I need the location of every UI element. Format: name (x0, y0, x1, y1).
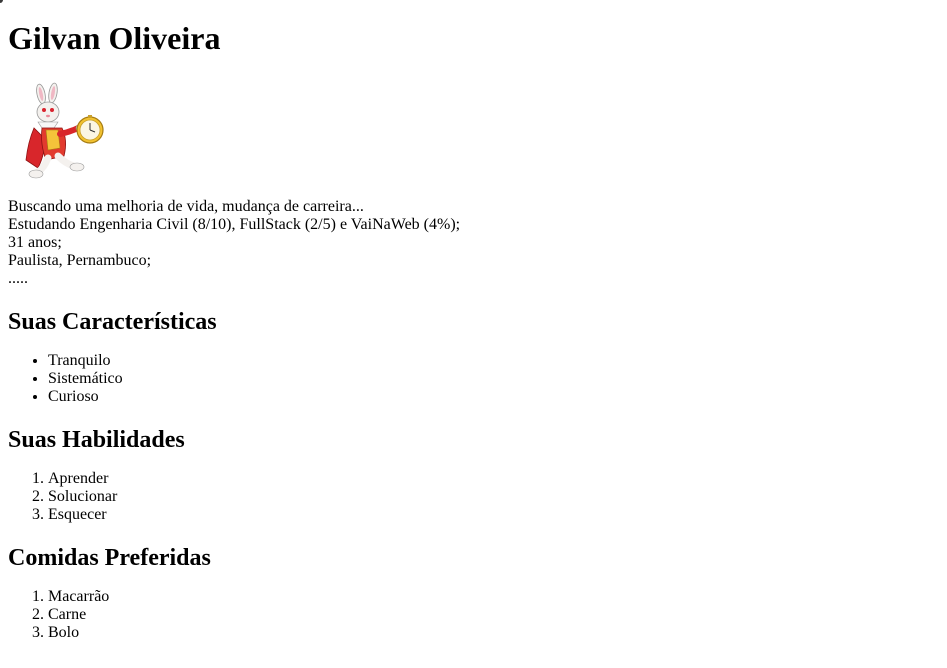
list-item: Solucionar (48, 488, 938, 506)
characteristics-heading: Suas Características (8, 309, 217, 335)
foods-list: Macarrão Carne Bolo (8, 588, 938, 642)
foods-heading: Comidas Preferidas (8, 545, 211, 571)
characteristics-list: Tranquilo Sistemático Curioso (8, 352, 938, 406)
bio-line: ..... (8, 270, 28, 287)
bio-line: Buscando uma melhoria de vida, mudança d… (8, 198, 364, 215)
page-content: Gilvan Oliveira Buscando uma melhoria de… (8, 0, 938, 642)
bio-line: 31 anos; (8, 234, 62, 251)
skills-list: Aprender Solucionar Esquecer (8, 470, 938, 524)
bio-text: Buscando uma melhoria de vida, mudança d… (8, 198, 938, 288)
corner-mark (0, 0, 3, 3)
page-title: Gilvan Oliveira (8, 20, 221, 56)
list-item: Sistemático (48, 370, 938, 388)
list-item: Macarrão (48, 588, 938, 606)
skills-heading: Suas Habilidades (8, 427, 185, 453)
white-rabbit-icon (25, 82, 104, 179)
list-item: Bolo (48, 624, 938, 642)
list-item: Tranquilo (48, 352, 938, 370)
list-item: Esquecer (48, 506, 938, 524)
list-item: Curioso (48, 388, 938, 406)
bio-line: Estudando Engenharia Civil (8/10), FullS… (8, 216, 461, 233)
bio-line: Paulista, Pernambuco; (8, 252, 152, 269)
list-item: Aprender (48, 470, 938, 488)
list-item: Carne (48, 606, 938, 624)
